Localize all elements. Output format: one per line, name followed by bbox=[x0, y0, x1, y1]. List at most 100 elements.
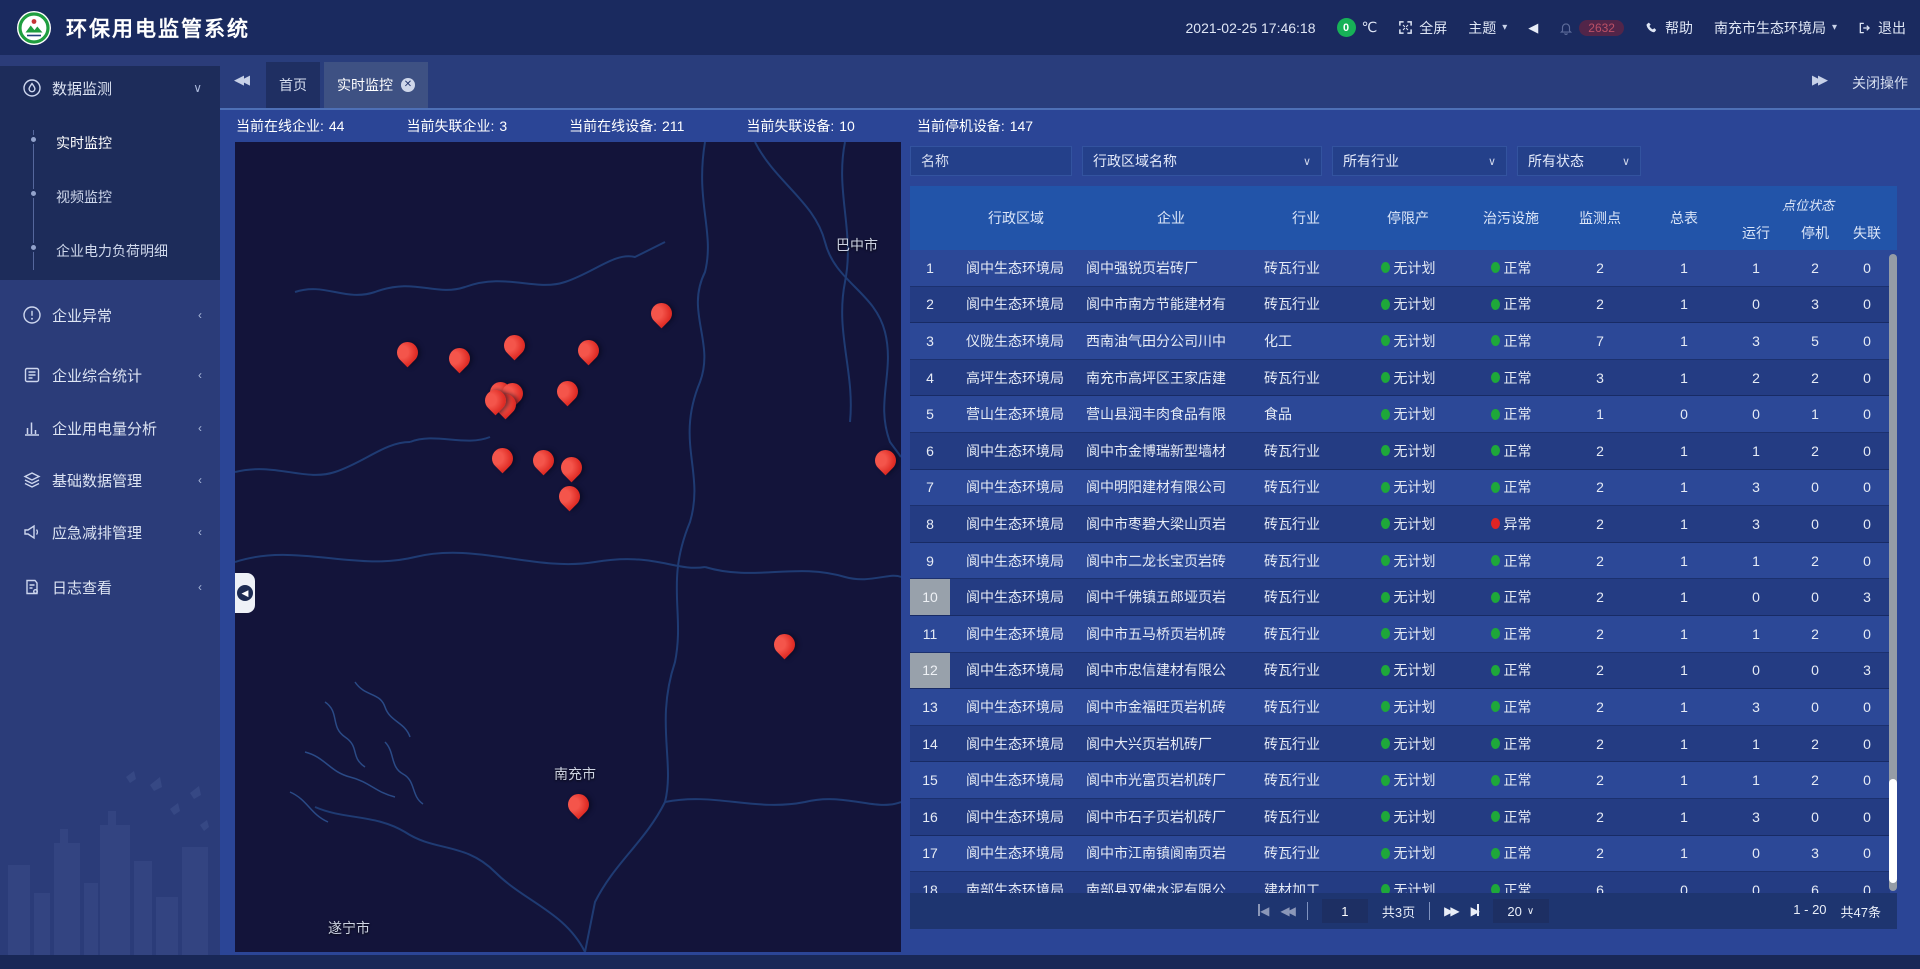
notifications[interactable]: 2632 bbox=[1559, 20, 1624, 36]
table-row[interactable]: 7阆中生态环境局阆中明阳建材有限公司砖瓦行业无计划正常21300 bbox=[910, 470, 1890, 507]
industry-select[interactable]: 所有行业 ∨ bbox=[1332, 146, 1507, 176]
sidebar-group-company-anomaly[interactable]: 企业异常 ‹ bbox=[0, 293, 220, 337]
table-row[interactable]: 15阆中生态环境局阆中市光富页岩机砖厂砖瓦行业无计划正常21120 bbox=[910, 762, 1890, 799]
status-dot-green bbox=[1491, 555, 1500, 566]
region-select[interactable]: 行政区域名称 ∨ bbox=[1082, 146, 1322, 176]
cell-points: 2 bbox=[1558, 836, 1642, 872]
row-index: 1 bbox=[910, 250, 950, 286]
cell-meters: 1 bbox=[1642, 689, 1726, 725]
cell-region: 阆中生态环境局 bbox=[950, 762, 1082, 798]
help-button[interactable]: 帮助 bbox=[1645, 18, 1693, 38]
cell-stop: 2 bbox=[1786, 543, 1844, 579]
row-index: 7 bbox=[910, 470, 950, 506]
alert-circle-icon bbox=[22, 305, 42, 325]
table-row[interactable]: 11阆中生态环境局阆中市五马桥页岩机砖砖瓦行业无计划正常21120 bbox=[910, 616, 1890, 653]
sound-toggle[interactable]: ◀ bbox=[1528, 20, 1538, 36]
cell-company: 阆中市五马桥页岩机砖 bbox=[1082, 616, 1260, 652]
sidebar-group-company-stats[interactable]: 企业综合统计 ‹ bbox=[0, 353, 220, 397]
sidebar-item-power-load-detail[interactable]: 企业电力负荷明细 bbox=[0, 231, 220, 271]
cell-lost: 0 bbox=[1844, 836, 1890, 872]
table-row[interactable]: 6阆中生态环境局阆中市金博瑞新型墙材砖瓦行业无计划正常21120 bbox=[910, 433, 1890, 470]
tabs-scroll-right-icon[interactable]: ▶▶ bbox=[1812, 72, 1824, 88]
cell-meters: 1 bbox=[1642, 250, 1726, 286]
sidebar-item-video-monitor[interactable]: 视频监控 bbox=[0, 177, 220, 217]
cell-run: 3 bbox=[1726, 323, 1786, 359]
table-row[interactable]: 1阆中生态环境局阆中强锐页岩砖厂砖瓦行业无计划正常21120 bbox=[910, 250, 1890, 287]
cell-lost: 0 bbox=[1844, 470, 1890, 506]
sidebar-item-live-monitor[interactable]: 实时监控 bbox=[0, 123, 220, 163]
tab-close-icon[interactable]: ✕ bbox=[401, 78, 415, 92]
table-row[interactable]: 10阆中生态环境局阆中千佛镇五郎垭页岩砖瓦行业无计划正常21003 bbox=[910, 579, 1890, 616]
row-index: 17 bbox=[910, 836, 950, 872]
status-dot-green bbox=[1491, 372, 1500, 383]
table-row[interactable]: 14阆中生态环境局阆中大兴页岩机砖厂砖瓦行业无计划正常21120 bbox=[910, 726, 1890, 763]
table-row[interactable]: 17阆中生态环境局阆中市江南镇阆南页岩砖瓦行业无计划正常21030 bbox=[910, 836, 1890, 873]
table-row[interactable]: 8阆中生态环境局阆中市枣碧大梁山页岩砖瓦行业无计划异常21300 bbox=[910, 506, 1890, 543]
cell-lost: 0 bbox=[1844, 396, 1890, 432]
logout-icon bbox=[1858, 21, 1872, 35]
col-header-meters: 总表 bbox=[1642, 186, 1726, 250]
first-page-icon[interactable]: ◀ bbox=[1258, 904, 1266, 918]
table-row[interactable]: 4高坪生态环境局南充市高坪区王家店建砖瓦行业无计划正常31220 bbox=[910, 360, 1890, 397]
chevron-down-icon: ▾ bbox=[1832, 22, 1837, 33]
cell-lost: 0 bbox=[1844, 433, 1890, 469]
tab-live-monitor[interactable]: 实时监控 ✕ bbox=[324, 62, 428, 108]
sidebar-group-base-data[interactable]: 基础数据管理 ‹ bbox=[0, 458, 220, 502]
pager-divider bbox=[1307, 902, 1308, 920]
cell-company: 南部县双佛水泥有限公 bbox=[1082, 872, 1260, 893]
sidebar-group-logs[interactable]: 日志查看 ‹ bbox=[0, 565, 220, 609]
cell-points: 6 bbox=[1558, 872, 1642, 893]
prev-page-icon[interactable]: ◀◀ bbox=[1280, 904, 1292, 918]
cell-region: 阆中生态环境局 bbox=[950, 726, 1082, 762]
status-dot-green bbox=[1491, 628, 1500, 639]
cell-facility-status: 正常 bbox=[1464, 616, 1558, 652]
table-row[interactable]: 18南部生态环境局南部县双佛水泥有限公建材加工无计划正常60060 bbox=[910, 872, 1890, 893]
cell-stop: 2 bbox=[1786, 250, 1844, 286]
cell-run: 3 bbox=[1726, 470, 1786, 506]
cell-lost: 0 bbox=[1844, 616, 1890, 652]
tab-home[interactable]: 首页 bbox=[266, 62, 320, 108]
cell-industry: 砖瓦行业 bbox=[1260, 726, 1352, 762]
table-row[interactable]: 2阆中生态环境局阆中市南方节能建材有砖瓦行业无计划正常21030 bbox=[910, 287, 1890, 324]
last-page-icon[interactable]: ▶ bbox=[1471, 904, 1479, 918]
cell-limit-status: 无计划 bbox=[1352, 470, 1464, 506]
table-body: 1阆中生态环境局阆中强锐页岩砖厂砖瓦行业无计划正常211202阆中生态环境局阆中… bbox=[910, 250, 1897, 893]
tabs-scroll-left-icon[interactable]: ◀◀ bbox=[234, 72, 246, 88]
cell-lost: 0 bbox=[1844, 799, 1890, 835]
table-row[interactable]: 13阆中生态环境局阆中市金福旺页岩机砖砖瓦行业无计划正常21300 bbox=[910, 689, 1890, 726]
table-row[interactable]: 5营山生态环境局营山县润丰肉食品有限食品无计划正常10010 bbox=[910, 396, 1890, 433]
sidebar-group-emergency[interactable]: 应急减排管理 ‹ bbox=[0, 510, 220, 554]
cell-facility-status: 正常 bbox=[1464, 323, 1558, 359]
sidebar-group-data-monitor[interactable]: 数据监测 ∨ bbox=[0, 66, 220, 110]
name-search-input[interactable] bbox=[910, 146, 1072, 176]
page-number-input[interactable] bbox=[1322, 899, 1368, 923]
cell-region: 阆中生态环境局 bbox=[950, 616, 1082, 652]
cell-run: 0 bbox=[1726, 396, 1786, 432]
table-row[interactable]: 9阆中生态环境局阆中市二龙长宝页岩砖砖瓦行业无计划正常21120 bbox=[910, 543, 1890, 580]
cell-run: 1 bbox=[1726, 726, 1786, 762]
header-actions: 2021-02-25 17:46:18 0 ℃ 全屏 主题▾ ◀ bbox=[1186, 0, 1907, 55]
map-canvas[interactable]: ◀ 巴中市南充市遂宁市 bbox=[235, 142, 901, 952]
scrollbar-thumb[interactable] bbox=[1889, 779, 1897, 883]
theme-dropdown[interactable]: 主题▾ bbox=[1468, 18, 1507, 38]
cell-facility-status: 正常 bbox=[1464, 579, 1558, 615]
chevron-down-icon: ∨ bbox=[1527, 906, 1534, 917]
col-group-point-status: 点位状态 运行 停机 失联 bbox=[1726, 186, 1890, 250]
cell-points: 2 bbox=[1558, 653, 1642, 689]
cell-facility-status: 正常 bbox=[1464, 543, 1558, 579]
fullscreen-button[interactable]: 全屏 bbox=[1398, 18, 1447, 38]
sidebar-group-power-analysis[interactable]: 企业用电量分析 ‹ bbox=[0, 406, 220, 450]
row-index: 10 bbox=[910, 579, 950, 615]
table-row[interactable]: 3仪陇生态环境局西南油气田分公司川中化工无计划正常71350 bbox=[910, 323, 1890, 360]
org-dropdown[interactable]: 南充市生态环境局▾ bbox=[1714, 18, 1837, 38]
status-select[interactable]: 所有状态 ∨ bbox=[1517, 146, 1641, 176]
bell-icon bbox=[1559, 21, 1573, 35]
logout-button[interactable]: 退出 bbox=[1858, 18, 1906, 38]
sidebar-collapse-handle[interactable]: ◀ bbox=[235, 573, 255, 613]
table-scrollbar[interactable] bbox=[1889, 254, 1897, 891]
table-row[interactable]: 12阆中生态环境局阆中市忠信建材有限公砖瓦行业无计划正常21003 bbox=[910, 653, 1890, 690]
next-page-icon[interactable]: ▶▶ bbox=[1444, 904, 1456, 918]
page-size-select[interactable]: 20 ∨ bbox=[1493, 899, 1549, 923]
close-operations-button[interactable]: 关闭操作 bbox=[1852, 73, 1908, 93]
table-row[interactable]: 16阆中生态环境局阆中市石子页岩机砖厂砖瓦行业无计划正常21300 bbox=[910, 799, 1890, 836]
